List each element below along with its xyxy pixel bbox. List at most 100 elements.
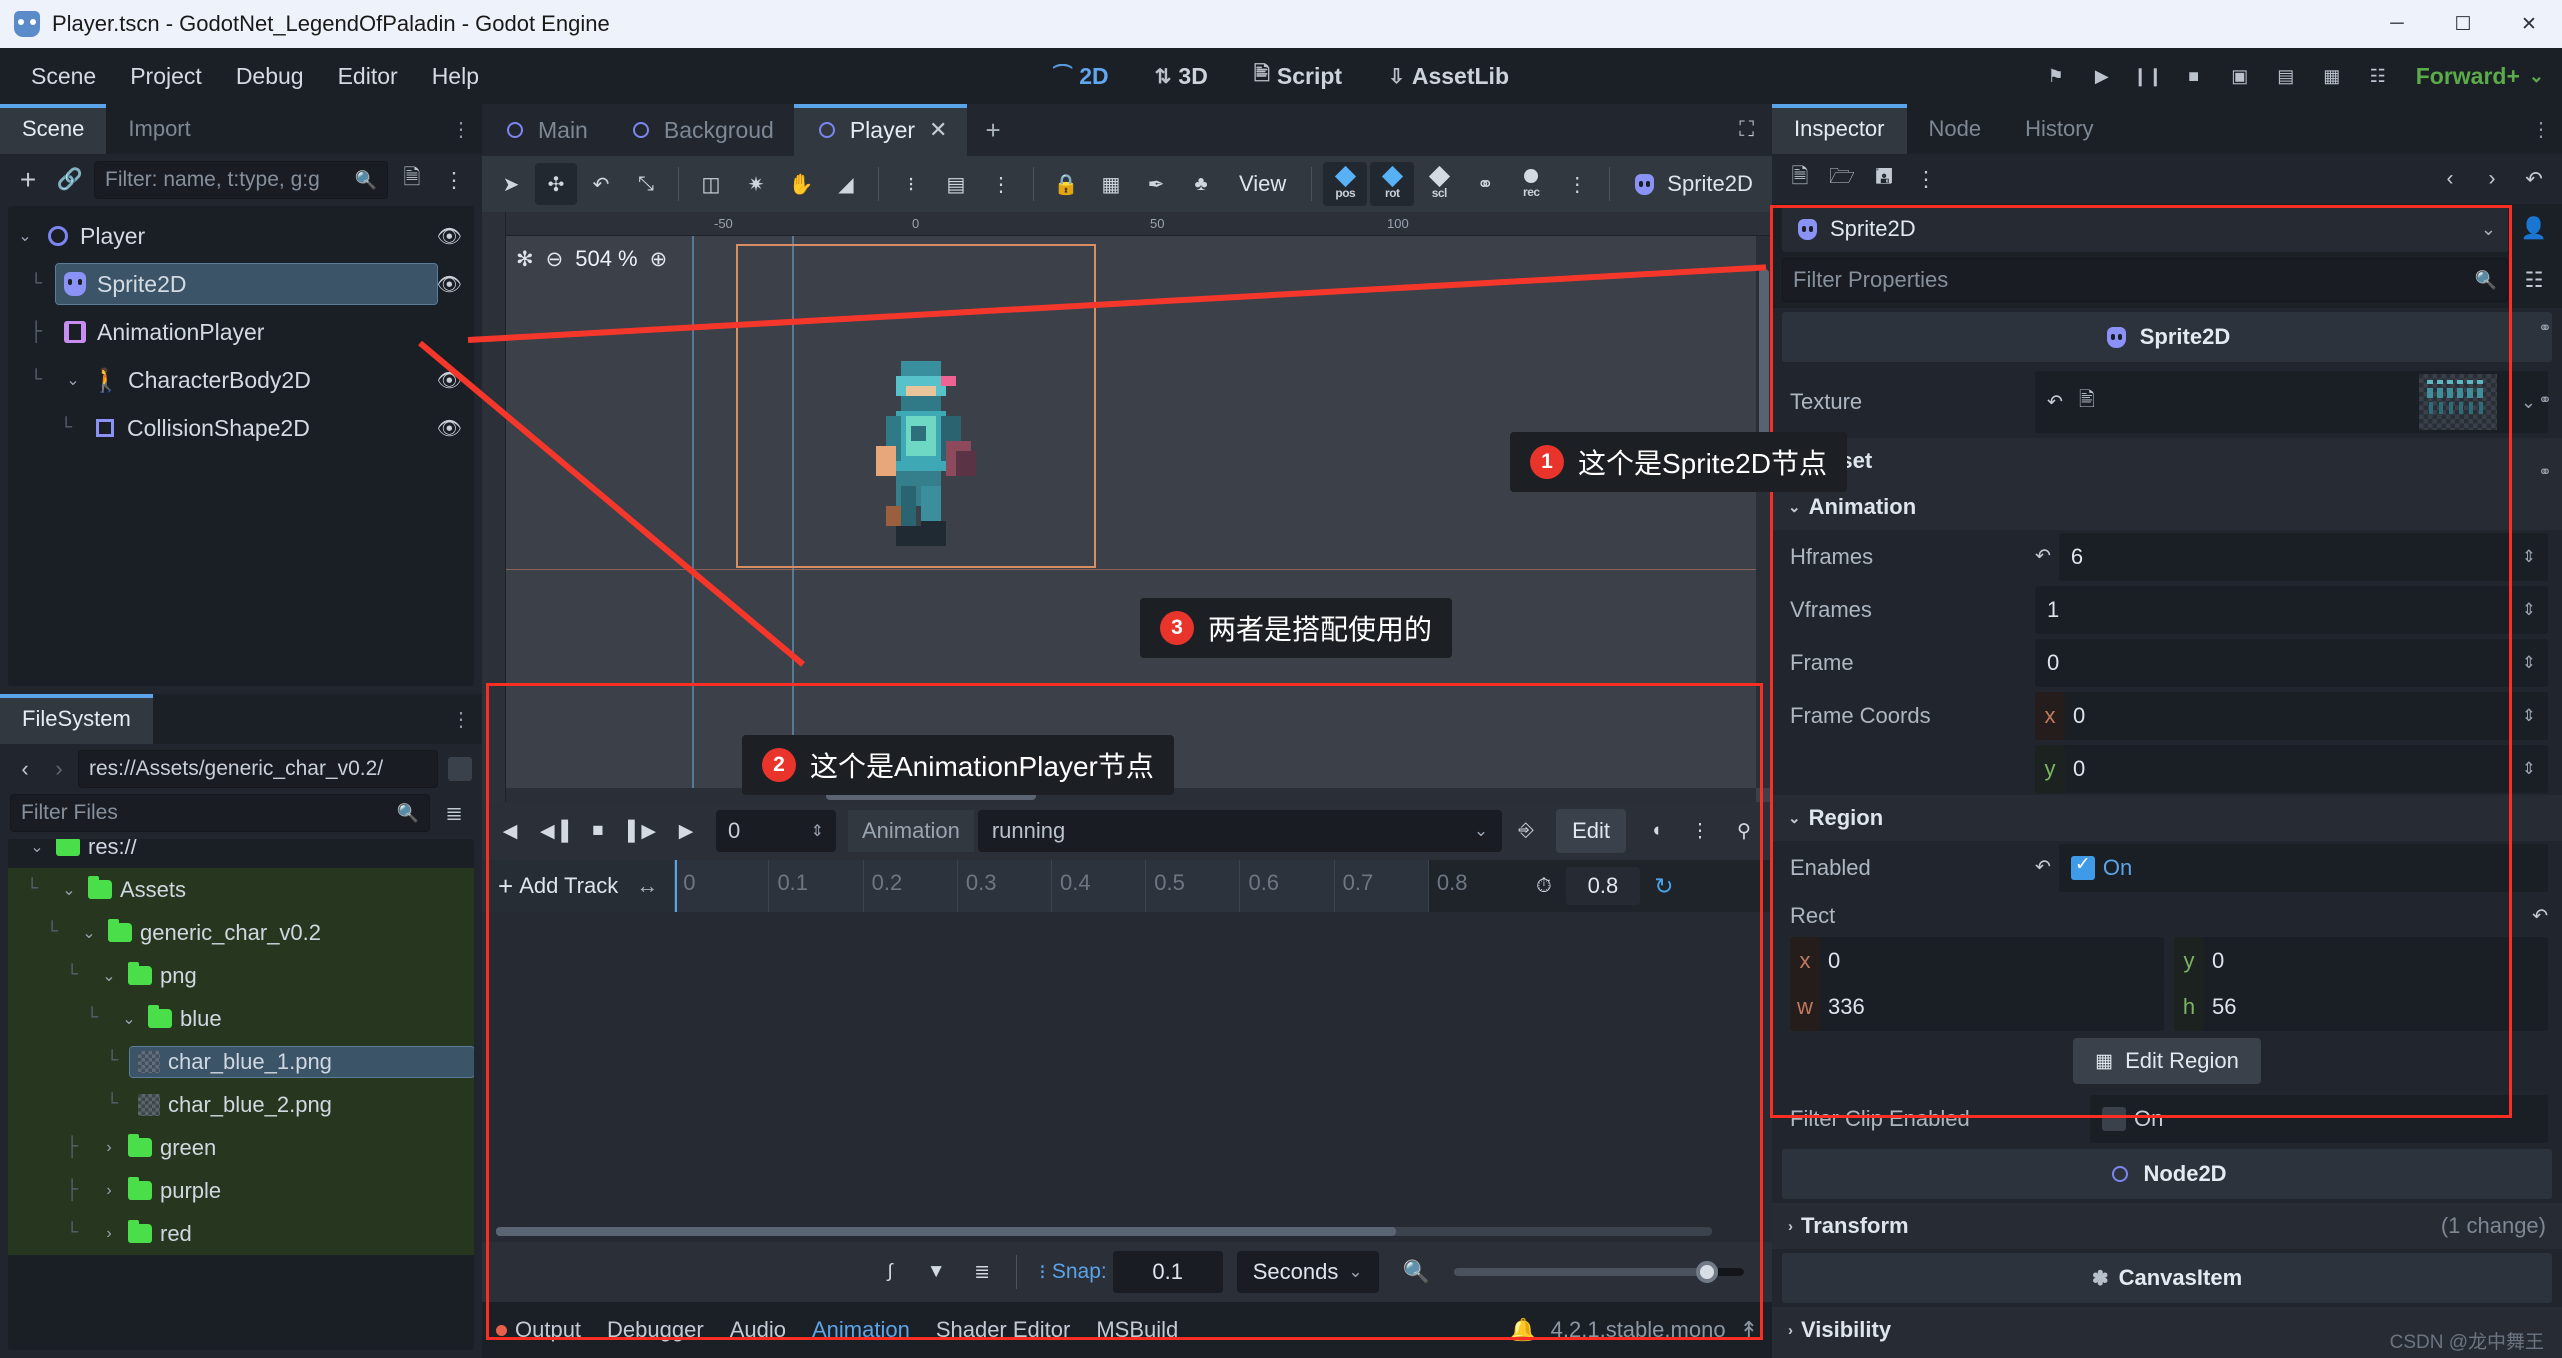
timeline-zoom-slider[interactable]	[1454, 1261, 1744, 1283]
keyframe-icon[interactable]: ⚭	[2538, 462, 2551, 482]
bottom-tab-msbuild[interactable]: MSBuild	[1096, 1317, 1178, 1343]
keyframe-icon[interactable]: ⚭	[2538, 318, 2551, 338]
rect-w-field[interactable]: w 336	[1790, 983, 2164, 1031]
resize-tracks-icon[interactable]: ↔	[636, 873, 658, 899]
bezier-edit-icon[interactable]: ∫	[870, 1252, 910, 1292]
pin-icon[interactable]: ✻	[516, 247, 534, 272]
viewport-horizontal-scrollbar[interactable]	[506, 788, 1756, 802]
chevron-right-icon[interactable]: ›	[98, 1139, 120, 1157]
new-resource-icon[interactable]: 🗎	[1782, 161, 1818, 197]
movie-maker-icon[interactable]: ▣	[2218, 54, 2262, 98]
checkbox-unchecked-icon[interactable]	[2102, 1106, 2126, 1131]
pin-animation-icon[interactable]: ⚲	[1724, 811, 1764, 851]
stop-button[interactable]: ■	[578, 811, 618, 851]
key-rot-button[interactable]: rot	[1370, 162, 1415, 206]
chevron-down-icon[interactable]: ⌄	[26, 839, 48, 857]
filesystem-filter-input[interactable]: Filter Files 🔍	[10, 794, 430, 832]
play-scene-icon[interactable]: ▶	[2080, 54, 2124, 98]
chevron-right-icon[interactable]: ›	[44, 752, 74, 786]
new-animation-icon[interactable]: ⎆	[1506, 811, 1546, 851]
chevron-right-icon[interactable]: ›	[98, 1182, 120, 1200]
viewport-vertical-scrollbar[interactable]	[1756, 236, 1772, 788]
new-scene-button[interactable]: +	[967, 104, 1019, 156]
chevron-down-icon[interactable]: ⌄	[98, 966, 120, 986]
scene-tab-main[interactable]: Main	[482, 104, 608, 156]
scale-tool-icon[interactable]: ⤡	[625, 163, 667, 205]
scene-dock-menu-icon[interactable]: ⋮	[440, 104, 482, 154]
filesystem-row-assets[interactable]: └ ⌄ Assets	[8, 868, 474, 911]
property-row-rect-xy[interactable]: x 0 y 0	[1772, 937, 2562, 985]
property-row-vframes[interactable]: Vframes 1 ⇕	[1772, 583, 2562, 636]
animation-timeline[interactable]: 0 0.1 0.2 0.3 0.4 0.5 0.6 0.7 0.8 ⏱ 0.8 …	[674, 860, 1773, 912]
list-select-tool-icon[interactable]: ◫	[690, 163, 732, 205]
ruler-tool-icon[interactable]: ◢	[825, 163, 867, 205]
menu-debug[interactable]: Debug	[219, 57, 321, 96]
menu-scene[interactable]: Scene	[14, 57, 113, 96]
keyframe-icon[interactable]: ⚭	[2538, 390, 2551, 410]
scene-tree-row-animationplayer[interactable]: ├ AnimationPlayer	[8, 308, 474, 356]
snap-toggle[interactable]: ⁝ Snap:	[1039, 1260, 1107, 1285]
run-project-icon[interactable]: ⚑	[2034, 54, 2078, 98]
rotate-tool-icon[interactable]: ↶	[580, 163, 622, 205]
pause-icon[interactable]: ❙❙	[2126, 54, 2170, 98]
zoom-in-button[interactable]: ⊕	[650, 247, 668, 272]
add-node-button[interactable]: +	[10, 162, 46, 198]
bottom-tab-animation[interactable]: Animation	[812, 1317, 910, 1343]
time-unit-select[interactable]: Seconds ⌄	[1236, 1251, 1379, 1293]
property-row-frame-coords-y[interactable]: y 0 ⇕	[1772, 742, 2562, 795]
inspector-object-selector[interactable]: Sprite2D ⌄	[1782, 206, 2508, 252]
rect-y-field[interactable]: y 0	[2174, 937, 2548, 985]
add-track-button[interactable]: + Add Track ↔	[482, 860, 674, 912]
animation-track-area[interactable]	[482, 912, 1772, 1242]
lock-icon[interactable]: 🔒	[1045, 163, 1087, 205]
remote-debug-icon[interactable]: ▤	[2264, 54, 2308, 98]
grid-snap-icon[interactable]: ▤	[935, 163, 977, 205]
menu-project[interactable]: Project	[113, 57, 219, 96]
property-section-region[interactable]: ⌄ Region	[1772, 795, 2562, 841]
revert-icon[interactable]: ↶	[2047, 391, 2063, 414]
select-tool-icon[interactable]: ➤	[490, 163, 532, 205]
play-button[interactable]: ▌▶	[622, 811, 662, 851]
mode-script[interactable]: 🖹 Script	[1244, 54, 1352, 98]
inspector-properties[interactable]: Sprite2D Texture ↶ 🖹 ⌄ ⌄ Offset ⌄ Animat…	[1772, 308, 2562, 1358]
snap-options-icon[interactable]: ⋮	[980, 163, 1022, 205]
property-row-rect-wh[interactable]: w 336 h 56	[1772, 983, 2562, 1031]
filesystem-row-char-blue-1[interactable]: └ char_blue_1.png	[8, 1040, 474, 1083]
scene-tree-row-characterbody2d[interactable]: └ ⌄ 🚶 CharacterBody2D 👁	[8, 356, 474, 404]
visibility-eye-icon[interactable]: 👁	[437, 224, 462, 249]
scene-tab-player[interactable]: Player ✕	[793, 104, 968, 156]
property-value[interactable]: 1 ⇕	[2035, 585, 2548, 634]
ruler-select-icon[interactable]: ✷	[735, 163, 777, 205]
animation-menu-icon[interactable]: ⋮	[1680, 811, 1720, 851]
tab-node[interactable]: Node	[1906, 104, 2004, 154]
filesystem-row-green[interactable]: ├ › green	[8, 1126, 474, 1169]
play-backwards-from-end-button[interactable]: ◀	[490, 811, 530, 851]
view-menu-button[interactable]: View	[1225, 171, 1300, 197]
chevron-down-icon[interactable]: ⌄	[78, 923, 100, 943]
visibility-eye-icon[interactable]: 👁	[437, 272, 462, 297]
visibility-eye-icon[interactable]: 👁	[437, 416, 462, 441]
chevron-down-icon[interactable]: ⌄	[14, 226, 36, 246]
revert-icon[interactable]: ↶	[2035, 545, 2051, 568]
close-button[interactable]: ✕	[2496, 0, 2562, 48]
property-row-filter-clip-enabled[interactable]: Filter Clip Enabled On	[1772, 1092, 2562, 1145]
property-section-transform[interactable]: › Transform (1 change)	[1772, 1203, 2562, 1249]
scene-tree-row-sprite2d[interactable]: └ Sprite2D 👁	[8, 260, 474, 308]
filesystem-row-blue[interactable]: └ ⌄ blue	[8, 997, 474, 1040]
network-profiler-icon[interactable]: ☷	[2356, 54, 2400, 98]
zoom-level-label[interactable]: 504 %	[575, 246, 637, 272]
chevron-right-icon[interactable]: ›	[98, 1225, 120, 1243]
zoom-out-button[interactable]: ⊖	[546, 247, 564, 272]
renderer-selector[interactable]: Forward+ ⌄	[2416, 63, 2544, 90]
scene-tree[interactable]: ⌄ Player 👁 └ Sprite2D 👁 ├ AnimationPlaye…	[8, 206, 474, 686]
notification-bell-icon[interactable]: 🔔	[1509, 1317, 1536, 1343]
menu-help[interactable]: Help	[415, 57, 496, 96]
pan-tool-icon[interactable]: ✋	[780, 163, 822, 205]
property-row-frame-coords-x[interactable]: Frame Coords x 0 ⇕	[1772, 689, 2562, 742]
tab-inspector[interactable]: Inspector	[1772, 104, 1907, 154]
filesystem-row-png[interactable]: └ ⌄ png	[8, 954, 474, 997]
bone-icon[interactable]: ✒	[1135, 163, 1177, 205]
snap-value-input[interactable]: 0.1	[1112, 1251, 1223, 1293]
inspector-back-icon[interactable]: ‹	[2432, 161, 2468, 197]
filesystem-tree[interactable]: ⌄ res:// └ ⌄ Assets └ ⌄ generic_char_v0.…	[8, 839, 474, 1350]
